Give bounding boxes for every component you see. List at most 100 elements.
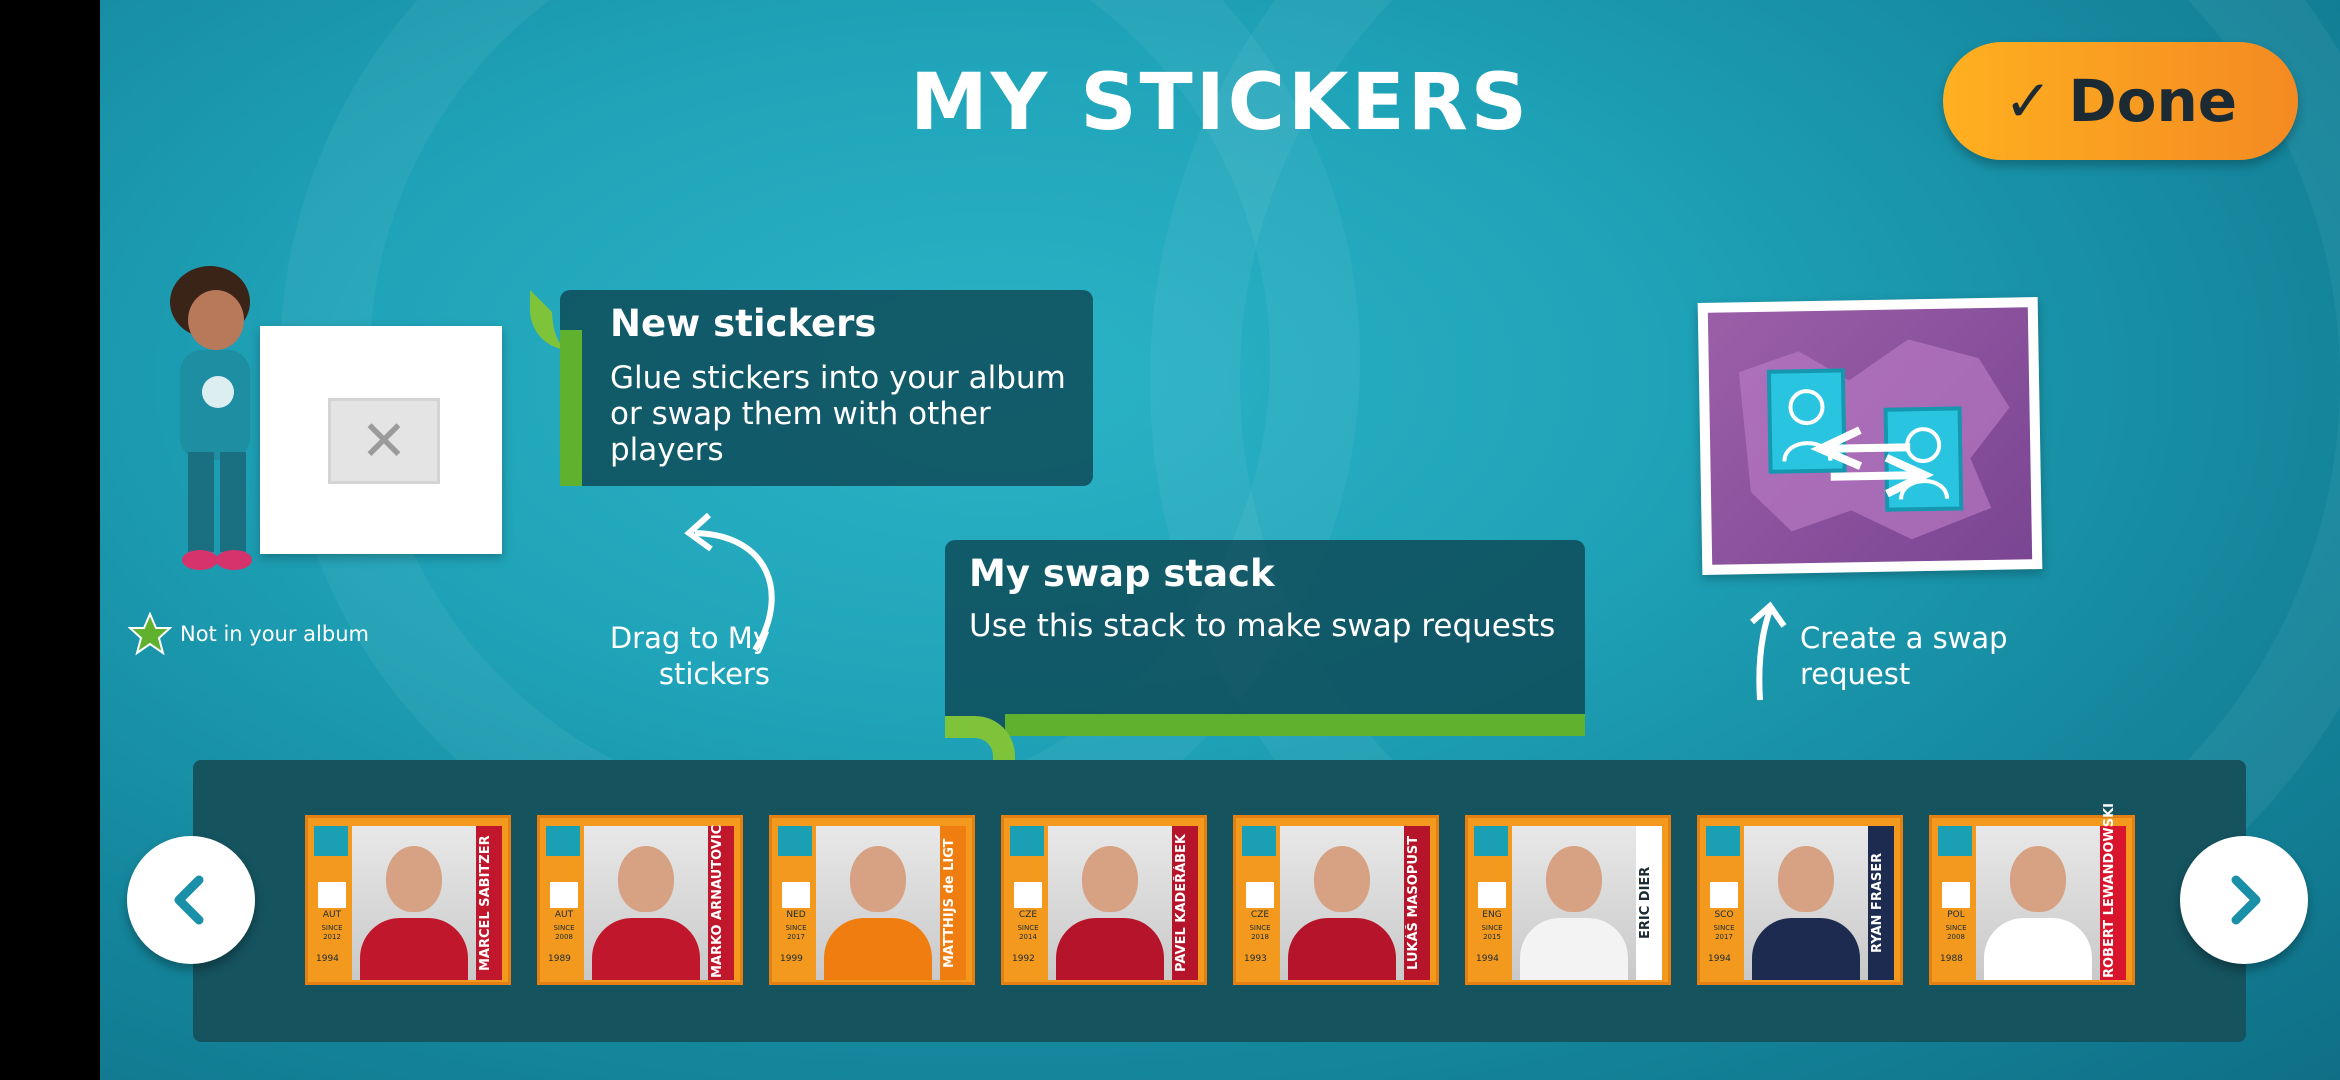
next-button[interactable] xyxy=(2180,836,2308,964)
player-shirt xyxy=(1520,918,1628,980)
player-shirt xyxy=(1752,918,1860,980)
new-stickers-description: Glue stickers into your album or swap th… xyxy=(610,360,1066,468)
caps-since: SINCE 2017 xyxy=(785,924,807,941)
player-sticker[interactable]: SCO SINCE 2017 1994 RYAN FRASER xyxy=(1697,815,1903,985)
tournament-logo-icon xyxy=(546,826,580,856)
drag-hint: Drag to My stickers xyxy=(609,621,770,691)
tournament-logo-icon xyxy=(1474,826,1508,856)
country-flag-icon xyxy=(782,882,810,908)
swap-stack-description: Use this stack to make swap requests xyxy=(969,608,1556,644)
player-name: RYAN FRASER xyxy=(1870,852,1885,954)
country-flag-icon xyxy=(1478,882,1506,908)
birth-year: 1999 xyxy=(780,954,803,964)
check-icon: ✓ xyxy=(2003,67,2053,135)
caps-since: SINCE 2012 xyxy=(321,924,343,941)
player-sticker[interactable]: AUT SINCE 2012 1994 MARCEL SABITZER xyxy=(305,815,511,985)
country-flag-icon xyxy=(318,882,346,908)
player-shirt xyxy=(1984,918,2092,980)
player-sticker[interactable]: AUT SINCE 2008 1989 MARKO ARNAUTOVIC xyxy=(537,815,743,985)
tournament-logo-icon xyxy=(778,826,812,856)
done-button-label: Done xyxy=(2068,67,2238,135)
player-head xyxy=(1546,846,1602,912)
europe-map-illustration xyxy=(1707,307,2033,565)
birth-year: 1992 xyxy=(1012,954,1035,964)
player-head xyxy=(2010,846,2066,912)
country-code: CZE xyxy=(1018,910,1038,920)
previous-button[interactable] xyxy=(127,836,255,964)
chevron-left-icon xyxy=(174,875,204,925)
caps-since: SINCE 2008 xyxy=(1945,924,1967,941)
swap-stack-title: My swap stack xyxy=(969,552,1275,595)
star-icon xyxy=(128,612,172,656)
player-name: MARCEL SABITZER xyxy=(478,835,493,971)
player-head xyxy=(618,846,674,912)
done-button[interactable]: ✓ Done xyxy=(1943,42,2298,160)
country-code: NED xyxy=(786,910,806,920)
player-head xyxy=(850,846,906,912)
caps-since: SINCE 2008 xyxy=(553,924,575,941)
mascot-character xyxy=(170,266,252,570)
birth-year: 1994 xyxy=(1476,954,1499,964)
country-code: AUT xyxy=(322,910,342,920)
tournament-logo-icon xyxy=(1242,826,1276,856)
country-flag-icon xyxy=(1014,882,1042,908)
swap-arrows-icon xyxy=(1738,339,2010,540)
new-stickers-panel: New stickers Glue stickers into your alb… xyxy=(530,290,1093,486)
create-swap-hint: Create a swap request xyxy=(1800,621,2008,691)
tournament-logo-icon xyxy=(1938,826,1972,856)
player-shirt xyxy=(1288,918,1396,980)
swap-stack-panel: My swap stack Use this stack to make swa… xyxy=(945,540,1585,776)
birth-year: 1994 xyxy=(316,954,339,964)
chevron-right-icon xyxy=(2231,875,2261,925)
close-icon: ✕ xyxy=(328,398,440,484)
player-sticker[interactable]: POL SINCE 2008 1988 ROBERT LEWANDOWSKI xyxy=(1929,803,2135,985)
up-arrow-icon xyxy=(1750,601,1787,701)
birth-year: 1989 xyxy=(548,954,571,964)
player-name: PAVEL KADEŘÁBEK xyxy=(1174,834,1189,973)
birth-year: 1988 xyxy=(1940,954,1963,964)
country-code: SCO xyxy=(1714,910,1734,920)
panel-accent-bar xyxy=(1005,714,1585,736)
country-code: AUT xyxy=(554,910,574,920)
tournament-logo-icon xyxy=(314,826,348,856)
country-code: POL xyxy=(1947,910,1965,920)
player-name: LUKÁŠ MASOPUST xyxy=(1406,835,1421,971)
player-name: MATTHIJS de LIGT xyxy=(942,838,957,968)
my-stickers-screen: MY STICKERS ✓ Done ✕ Not in your album N… xyxy=(100,0,2340,1080)
country-flag-icon xyxy=(1942,882,1970,908)
tournament-logo-icon xyxy=(1706,826,1740,856)
tournament-logo-icon xyxy=(1010,826,1044,856)
country-flag-icon xyxy=(550,882,578,908)
new-stickers-title: New stickers xyxy=(610,302,877,345)
player-shirt xyxy=(1056,918,1164,980)
player-head xyxy=(386,846,442,912)
birth-year: 1993 xyxy=(1244,954,1267,964)
not-in-album-indicator: Not in your album xyxy=(128,612,369,656)
new-sticker-card[interactable]: ✕ xyxy=(260,326,502,554)
country-code: ENG xyxy=(1482,910,1502,920)
player-shirt xyxy=(360,918,468,980)
caps-since: SINCE 2018 xyxy=(1249,924,1271,941)
player-head xyxy=(1082,846,1138,912)
player-sticker[interactable]: ENG SINCE 2015 1994 ERIC DIER xyxy=(1465,815,1671,985)
swap-request-card[interactable] xyxy=(1697,297,2043,575)
player-name: ROBERT LEWANDOWSKI xyxy=(2102,803,2117,978)
caps-since: SINCE 2015 xyxy=(1481,924,1503,941)
player-head xyxy=(1778,846,1834,912)
panel-accent-bar xyxy=(560,330,582,486)
country-flag-icon xyxy=(1246,882,1274,908)
player-sticker[interactable]: NED SINCE 2017 1999 MATTHIJS de LIGT xyxy=(769,815,975,985)
caps-since: SINCE 2017 xyxy=(1713,924,1735,941)
not-in-album-label: Not in your album xyxy=(180,622,369,646)
caps-since: SINCE 2014 xyxy=(1017,924,1039,941)
country-code: CZE xyxy=(1250,910,1270,920)
player-head xyxy=(1314,846,1370,912)
player-shirt xyxy=(824,918,932,980)
player-shirt xyxy=(592,918,700,980)
birth-year: 1994 xyxy=(1708,954,1731,964)
player-sticker[interactable]: CZE SINCE 2014 1992 PAVEL KADEŘÁBEK xyxy=(1001,815,1207,985)
player-name: ERIC DIER xyxy=(1638,866,1653,940)
country-flag-icon xyxy=(1710,882,1738,908)
player-name: MARKO ARNAUTOVIC xyxy=(710,824,725,978)
player-sticker[interactable]: CZE SINCE 2018 1993 LUKÁŠ MASOPUST xyxy=(1233,815,1439,985)
